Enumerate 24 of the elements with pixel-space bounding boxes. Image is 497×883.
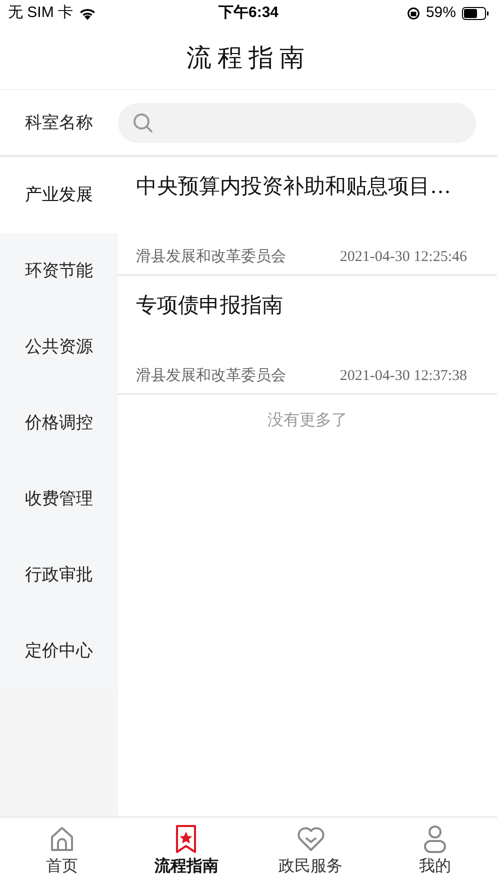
sidebar-item[interactable]: 产业发展 bbox=[0, 157, 118, 233]
clock-text: 下午6:34 bbox=[218, 2, 279, 23]
battery-percent: 59% bbox=[426, 2, 456, 23]
department-text: 滑县发展和改革委员会 bbox=[136, 366, 286, 386]
article-card[interactable]: 中央预算内投资补助和贴息项目… 滑县发展和改革委员会 2021-04-30 12:25:46 bbox=[118, 157, 497, 276]
date-text: 2021-04-30 12:37:38 bbox=[340, 366, 467, 386]
wifi-icon bbox=[79, 6, 96, 20]
battery-icon bbox=[462, 6, 489, 20]
tab-bar-item[interactable]: 流程指南 bbox=[124, 818, 248, 883]
search-label: 科室名称 bbox=[24, 112, 94, 134]
article-card[interactable]: 专项债申报指南 滑县发展和改革委员会 2021-04-30 12:37:38 bbox=[118, 276, 497, 395]
tab-bar-item[interactable]: 首页 bbox=[0, 818, 124, 883]
carrier-text: 无 SIM 卡 bbox=[8, 2, 74, 23]
tab-bar-item[interactable]: 我的 bbox=[372, 818, 497, 883]
list-end-text: 没有更多了 bbox=[268, 411, 348, 431]
article-title: 中央预算内投资补助和贴息项目… bbox=[136, 173, 452, 200]
article-title: 专项债申报指南 bbox=[136, 292, 284, 319]
date-text: 2021-04-30 12:25:46 bbox=[340, 248, 467, 266]
rotation-lock-icon bbox=[406, 6, 420, 20]
tab-bar-item[interactable]: 政民服务 bbox=[248, 818, 373, 883]
page-title: 流程指南 bbox=[186, 42, 310, 74]
department-text: 滑县发展和改革委员会 bbox=[136, 246, 286, 266]
search-field[interactable] bbox=[118, 102, 476, 142]
search-icon bbox=[132, 112, 154, 134]
